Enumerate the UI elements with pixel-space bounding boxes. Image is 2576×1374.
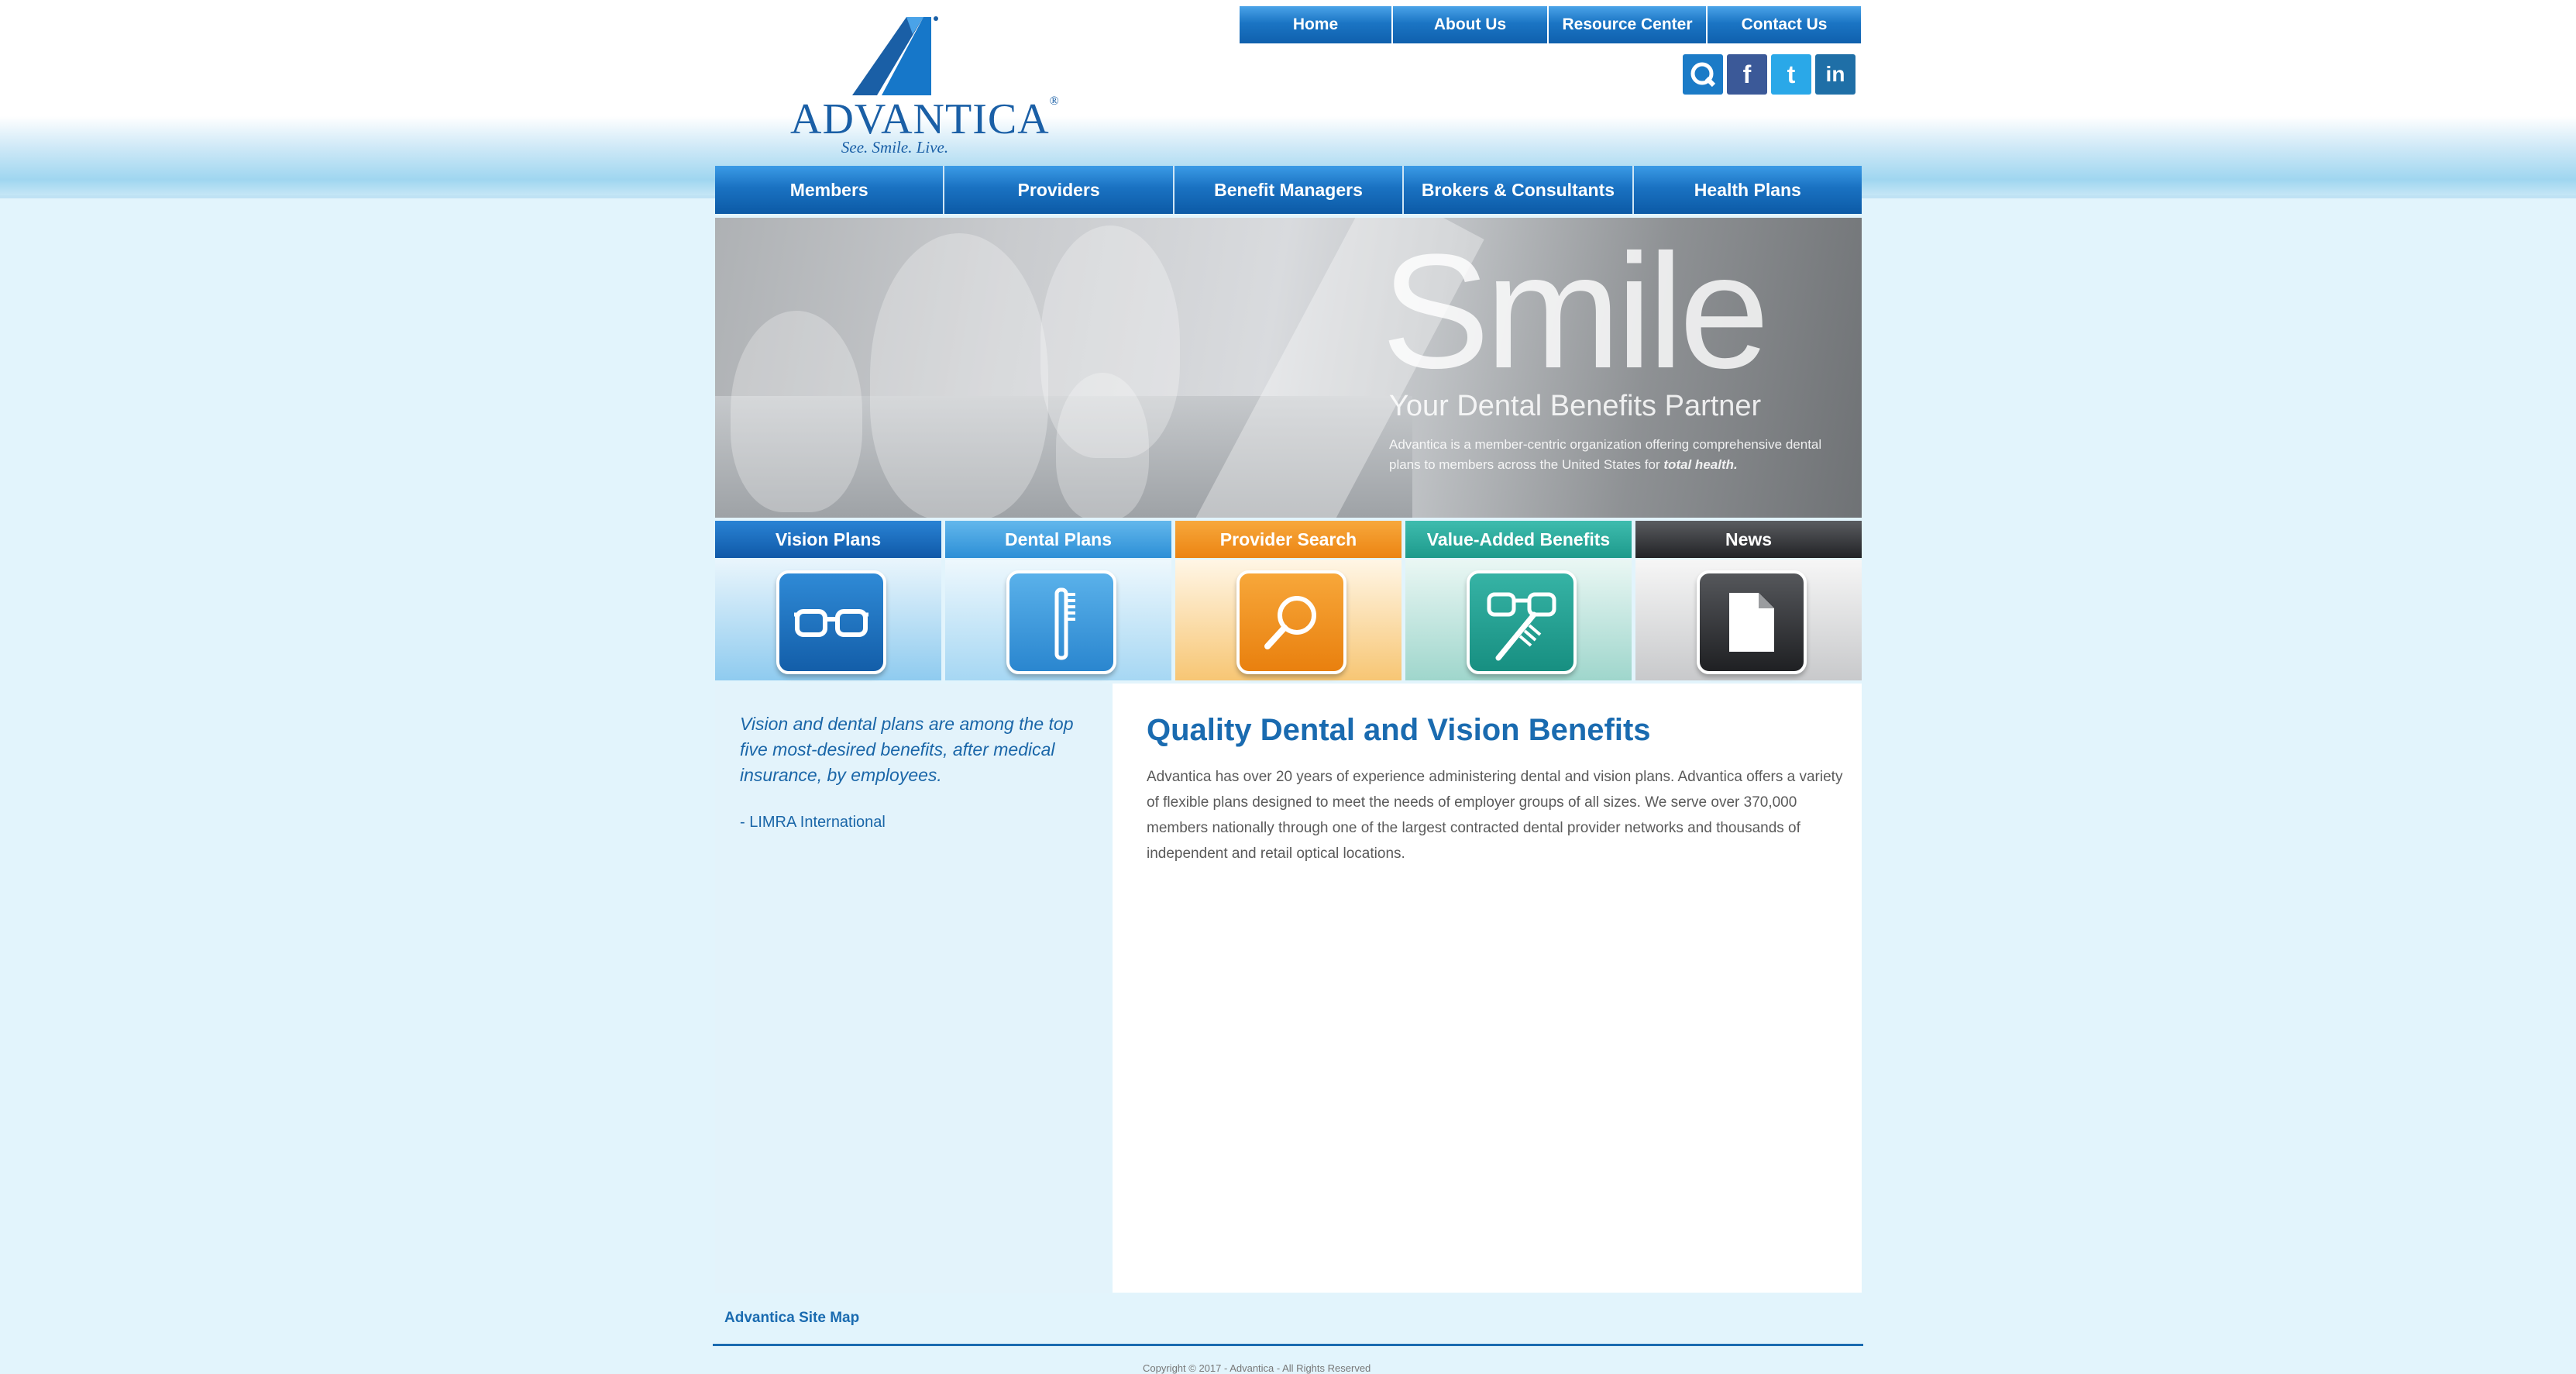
top-nav-resource-center[interactable]: Resource Center	[1549, 6, 1708, 43]
tile-label: Provider Search	[1175, 521, 1401, 558]
main-nav: Members Providers Benefit Managers Broke…	[715, 166, 1862, 214]
tile-news[interactable]: News	[1635, 521, 1862, 680]
page-title: Quality Dental and Vision Benefits	[1147, 713, 1651, 747]
linkedin-icon[interactable]: in	[1815, 54, 1855, 95]
facebook-icon[interactable]: f	[1727, 54, 1767, 95]
tile-provider-search[interactable]: Provider Search	[1175, 521, 1401, 680]
main-nav-health-plans[interactable]: Health Plans	[1633, 166, 1862, 214]
main-nav-members[interactable]: Members	[715, 166, 945, 214]
tile-label: Value-Added Benefits	[1405, 521, 1632, 558]
social-links: f t in	[1683, 54, 1855, 98]
top-nav-about-us[interactable]: About Us	[1393, 6, 1549, 43]
tile-vision-plans[interactable]: Vision Plans	[715, 521, 941, 680]
glasses-and-toothbrush-icon	[1467, 570, 1577, 674]
tile-label: Dental Plans	[945, 521, 1171, 558]
tile-value-added-benefits[interactable]: Value-Added Benefits	[1405, 521, 1632, 680]
main-nav-providers[interactable]: Providers	[944, 166, 1175, 214]
sidebar-quote: Vision and dental plans are among the to…	[740, 714, 1074, 785]
hero-photo-figure	[870, 233, 1048, 518]
tile-label: News	[1635, 521, 1862, 558]
toothbrush-icon	[1006, 570, 1116, 674]
logo-mark-icon	[852, 16, 938, 95]
twitter-icon[interactable]: t	[1771, 54, 1811, 95]
hero-photo-figure	[1056, 373, 1149, 518]
logo-wordmark: ADVANTICA®	[790, 95, 1060, 143]
logo-tagline: See. Smile. Live.	[841, 138, 949, 157]
main-nav-brokers-consultants[interactable]: Brokers & Consultants	[1404, 166, 1634, 214]
top-nav-home[interactable]: Home	[1240, 6, 1393, 43]
eyeglasses-icon	[776, 570, 886, 674]
hero-photo-figure	[731, 311, 862, 512]
hero-subtitle: Your Dental Benefits Partner	[1389, 390, 1762, 422]
page-container: ADVANTICA® See. Smile. Live. Home About …	[713, 0, 1863, 1374]
magnifier-icon	[1236, 570, 1346, 674]
sidebar-quote-attribution: - LIMRA International	[740, 814, 886, 831]
copyright-text: Copyright © 2017 - Advantica - All Right…	[1143, 1362, 1371, 1374]
site-map-link[interactable]: Advantica Site Map	[724, 1310, 859, 1327]
hero-headline: Smile	[1381, 220, 1769, 402]
top-nav: Home About Us Resource Center Contact Us	[1240, 6, 1861, 43]
document-icon	[1697, 570, 1807, 674]
hero-banner[interactable]: Smile Your Dental Benefits Partner Advan…	[715, 218, 1862, 518]
hero-description: Advantica is a member-centric organizati…	[1389, 437, 1822, 472]
tile-dental-plans[interactable]: Dental Plans	[945, 521, 1171, 680]
intro-paragraph: Advantica has over 20 years of experienc…	[1147, 769, 1843, 862]
footer-divider	[713, 1344, 1863, 1346]
feature-tiles: Vision Plans Dental Plans Provider Searc…	[715, 521, 1862, 680]
advantica-logo[interactable]: ADVANTICA® See. Smile. Live.	[790, 14, 1060, 158]
top-nav-contact-us[interactable]: Contact Us	[1708, 6, 1861, 43]
advantica-q-icon[interactable]	[1683, 54, 1723, 95]
main-nav-benefit-managers[interactable]: Benefit Managers	[1174, 166, 1405, 214]
tile-label: Vision Plans	[715, 521, 941, 558]
